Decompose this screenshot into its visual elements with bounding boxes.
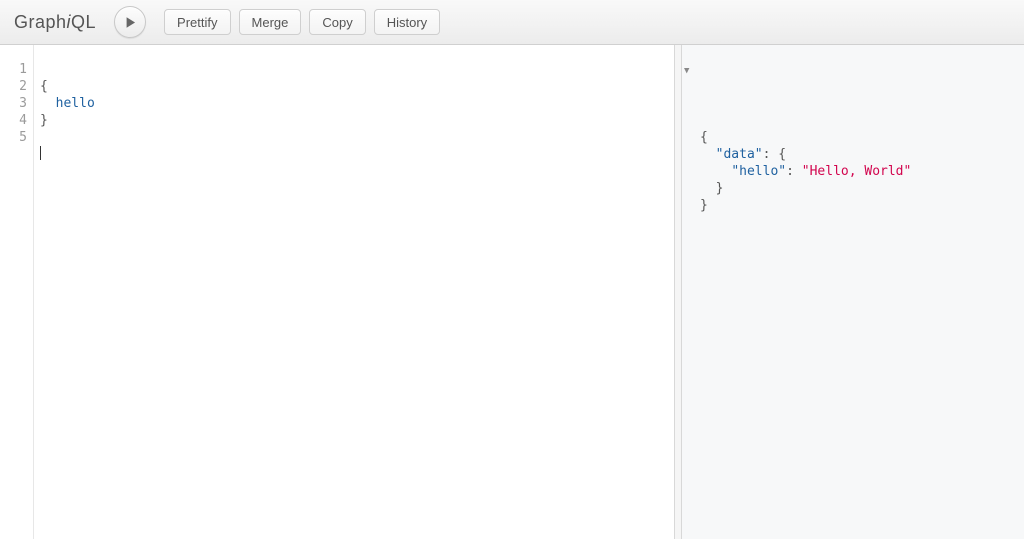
query-pane: 1 2 3 4 5 { hello }: [0, 45, 675, 539]
json-brace: }: [700, 198, 708, 213]
json-punct: :: [786, 164, 802, 179]
pane-resize-handle[interactable]: [675, 45, 682, 539]
code-brace: {: [40, 79, 48, 94]
code-brace: }: [40, 113, 48, 128]
json-indent: [700, 164, 731, 179]
result-pane: ▼ { "data": { "hello": "Hello, World" } …: [682, 45, 1024, 539]
json-key: "hello": [731, 164, 786, 179]
gutter-line: 3: [0, 95, 33, 112]
copy-button[interactable]: Copy: [309, 9, 365, 35]
gutter-line: 1: [0, 61, 33, 78]
merge-button[interactable]: Merge: [239, 9, 302, 35]
play-icon: [124, 16, 137, 29]
app-logo: GraphiQL: [14, 12, 96, 33]
gutter-line: 4: [0, 112, 33, 129]
code-field: hello: [56, 96, 95, 111]
result-json[interactable]: { "data": { "hello": "Hello, World" } }: [688, 112, 1024, 231]
json-brace: }: [700, 181, 723, 196]
code-indent: [40, 96, 56, 111]
json-indent: [700, 147, 716, 162]
logo-part-a: Graph: [14, 12, 67, 32]
toolbar: GraphiQL Prettify Merge Copy History: [0, 0, 1024, 45]
logo-part-c: QL: [71, 12, 96, 32]
history-button[interactable]: History: [374, 9, 440, 35]
line-gutter: 1 2 3 4 5: [0, 45, 34, 539]
workspace: 1 2 3 4 5 { hello } ▼ { "data": { "hello…: [0, 45, 1024, 539]
json-key: "data": [716, 147, 763, 162]
execute-button[interactable]: [114, 6, 146, 38]
prettify-button[interactable]: Prettify: [164, 9, 230, 35]
fold-caret-icon[interactable]: ▼: [684, 63, 689, 80]
query-editor[interactable]: { hello }: [34, 45, 674, 539]
json-brace: {: [700, 130, 708, 145]
editor-cursor: [40, 146, 41, 160]
json-punct: : {: [763, 147, 786, 162]
json-string: "Hello, World": [802, 164, 912, 179]
gutter-line: 2: [0, 78, 33, 95]
gutter-line: 5: [0, 129, 33, 146]
